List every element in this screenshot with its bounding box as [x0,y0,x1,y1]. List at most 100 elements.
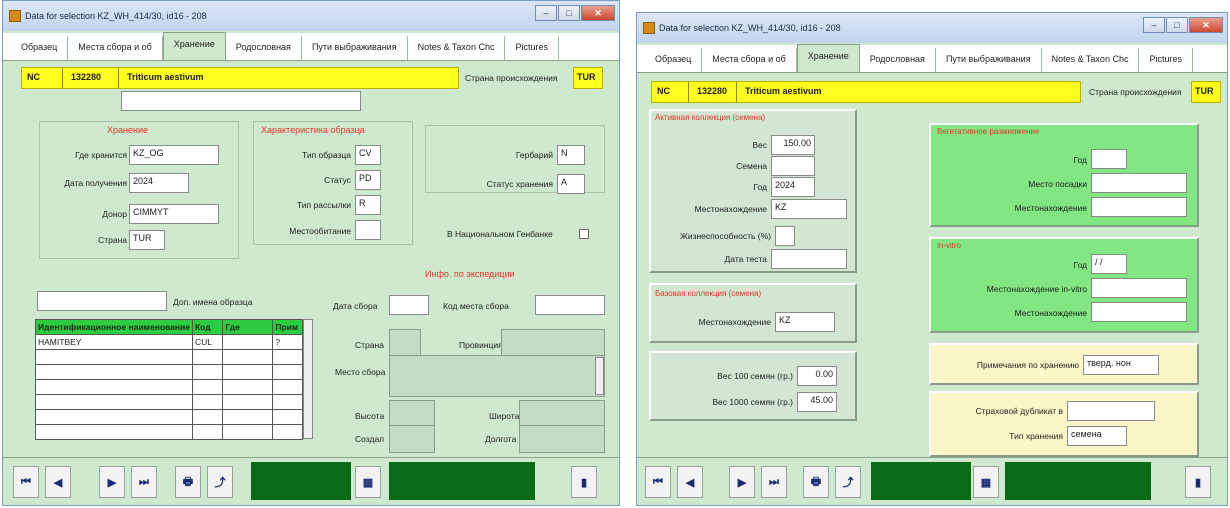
first-record-button[interactable]: ⏮ [645,466,671,498]
window-title: Data for selection KZ_WH_414/30, id16 - … [659,23,841,33]
created-field[interactable] [389,425,435,453]
altitude-field[interactable] [389,400,435,428]
storage-notes-field[interactable]: тверд. нон [1083,355,1159,375]
exit-button[interactable]: ▮ [1185,466,1211,498]
weight-field[interactable]: 150.00 [771,135,815,155]
test-date-field[interactable] [771,249,847,269]
storage-status-field[interactable]: A [557,174,585,194]
distribution-field[interactable]: R [355,195,381,215]
exit-button[interactable]: ▮ [571,466,597,498]
collect-place-code-field[interactable] [535,295,605,315]
table-row[interactable] [35,349,303,365]
table-row[interactable]: HAMITBEY CUL ? [35,334,303,350]
test-date-label: Дата теста [724,254,767,264]
herbarium-field[interactable]: N [557,145,585,165]
donor-field[interactable]: CIMMYT [129,204,219,224]
prev-record-button[interactable]: ◀ [45,466,71,498]
first-record-button[interactable]: ⏮ [13,466,39,498]
calendar-button[interactable]: ▦ [973,466,999,498]
tab-paths[interactable]: Пути выбраживания [302,36,408,60]
tab-sample[interactable]: Образец [11,36,69,60]
expedition-country-field[interactable] [389,329,421,357]
column-header[interactable]: Прим [272,319,303,335]
column-header[interactable]: Идентификационное наименование [35,319,193,335]
veg-location-field[interactable] [1091,197,1187,217]
export-arrow-icon: ⤴ [842,477,854,489]
window-storage-left: Data for selection KZ_WH_414/30, id16 - … [2,0,620,506]
maximize-button[interactable]: □ [558,5,580,21]
safety-duplicate-field[interactable] [1067,401,1155,421]
tab-collection-sites[interactable]: Места сбора и об [68,36,163,60]
tab-storage[interactable]: Хранение [162,32,226,60]
year-field[interactable]: 2024 [771,177,815,197]
storage-country-field[interactable]: TUR [129,230,165,250]
extra-name-input[interactable] [121,91,361,111]
tab-pictures[interactable]: Pictures [1139,48,1193,72]
table-row[interactable] [35,364,303,380]
tab-notes-taxon[interactable]: Notes & Taxon Chc [1042,48,1140,72]
close-button[interactable]: ✕ [1189,17,1223,33]
tab-notes-taxon[interactable]: Notes & Taxon Chc [408,36,506,60]
base-location-field[interactable]: KZ [775,312,835,332]
print-button[interactable]: 🖶 [175,466,201,498]
table-scrollbar[interactable] [303,319,313,439]
tab-pedigree[interactable]: Родословная [860,48,936,72]
viability-label: Жизнеспособность (%) [679,231,771,241]
table-row[interactable] [35,379,303,395]
additional-names-input[interactable] [37,291,167,311]
print-button[interactable]: 🖶 [803,466,829,498]
location-field[interactable]: KZ [771,199,847,219]
column-header[interactable]: Где [222,319,274,335]
last-record-button[interactable]: ⏭ [131,466,157,498]
invitro-year-field[interactable]: / / [1091,254,1127,274]
export-button[interactable]: ⤴ [835,466,861,498]
minimize-button[interactable]: – [535,5,557,21]
table-row[interactable] [35,394,303,410]
viability-field[interactable] [775,226,795,246]
export-button[interactable]: ⤴ [207,466,233,498]
calendar-button[interactable]: ▦ [355,466,381,498]
invitro-location-field[interactable] [1091,278,1187,298]
latitude-field[interactable] [519,400,605,428]
status-bar-left [871,462,971,500]
minimize-button[interactable]: – [1143,17,1165,33]
sample-status-field[interactable]: PD [355,170,381,190]
tab-collection-sites[interactable]: Места сбора и об [702,48,797,72]
prev-record-button[interactable]: ◀ [677,466,703,498]
last-record-button[interactable]: ⏭ [761,466,787,498]
collect-place-scrollbar[interactable] [595,357,604,395]
tab-bar: Образец Места сбора и об Хранение Родосл… [637,44,1227,73]
province-field[interactable] [501,329,605,357]
seeds-field[interactable] [771,156,815,176]
tab-pictures[interactable]: Pictures [505,36,559,60]
national-genebank-checkbox[interactable] [579,229,589,239]
column-header[interactable]: Код [191,319,224,335]
veg-year-field[interactable] [1091,149,1127,169]
collect-place-field[interactable] [389,355,605,397]
vegetative-title: Вегетативное размножение [937,127,1040,136]
habitat-field[interactable] [355,220,381,240]
storage-date-field[interactable]: 2024 [129,173,189,193]
storage-type-field[interactable]: семена [1067,426,1127,446]
tab-paths[interactable]: Пути выбраживания [936,48,1042,72]
next-record-button[interactable]: ▶ [729,466,755,498]
next-record-button[interactable]: ▶ [99,466,125,498]
weight-1000-field[interactable]: 45.00 [797,392,837,412]
tab-storage[interactable]: Хранение [796,44,860,72]
maximize-button[interactable]: □ [1166,17,1188,33]
table-row[interactable] [35,409,303,425]
storage-where-field[interactable]: KZ_OG [129,145,219,165]
invitro-location2-field[interactable] [1091,302,1187,322]
weight-100-field[interactable]: 0.00 [797,366,837,386]
tab-pedigree[interactable]: Родословная [226,36,302,60]
sample-type-field[interactable]: CV [355,145,381,165]
close-button[interactable]: ✕ [581,5,615,21]
distribution-label: Тип рассылки [296,200,351,210]
invitro-title: in-vitro [937,241,962,250]
tab-sample[interactable]: Образец [645,48,703,72]
table-row[interactable] [35,424,303,440]
planting-place-field[interactable] [1091,173,1187,193]
collect-date-field[interactable] [389,295,429,315]
longitude-field[interactable] [519,425,605,453]
last-icon: ⏭ [139,475,149,488]
